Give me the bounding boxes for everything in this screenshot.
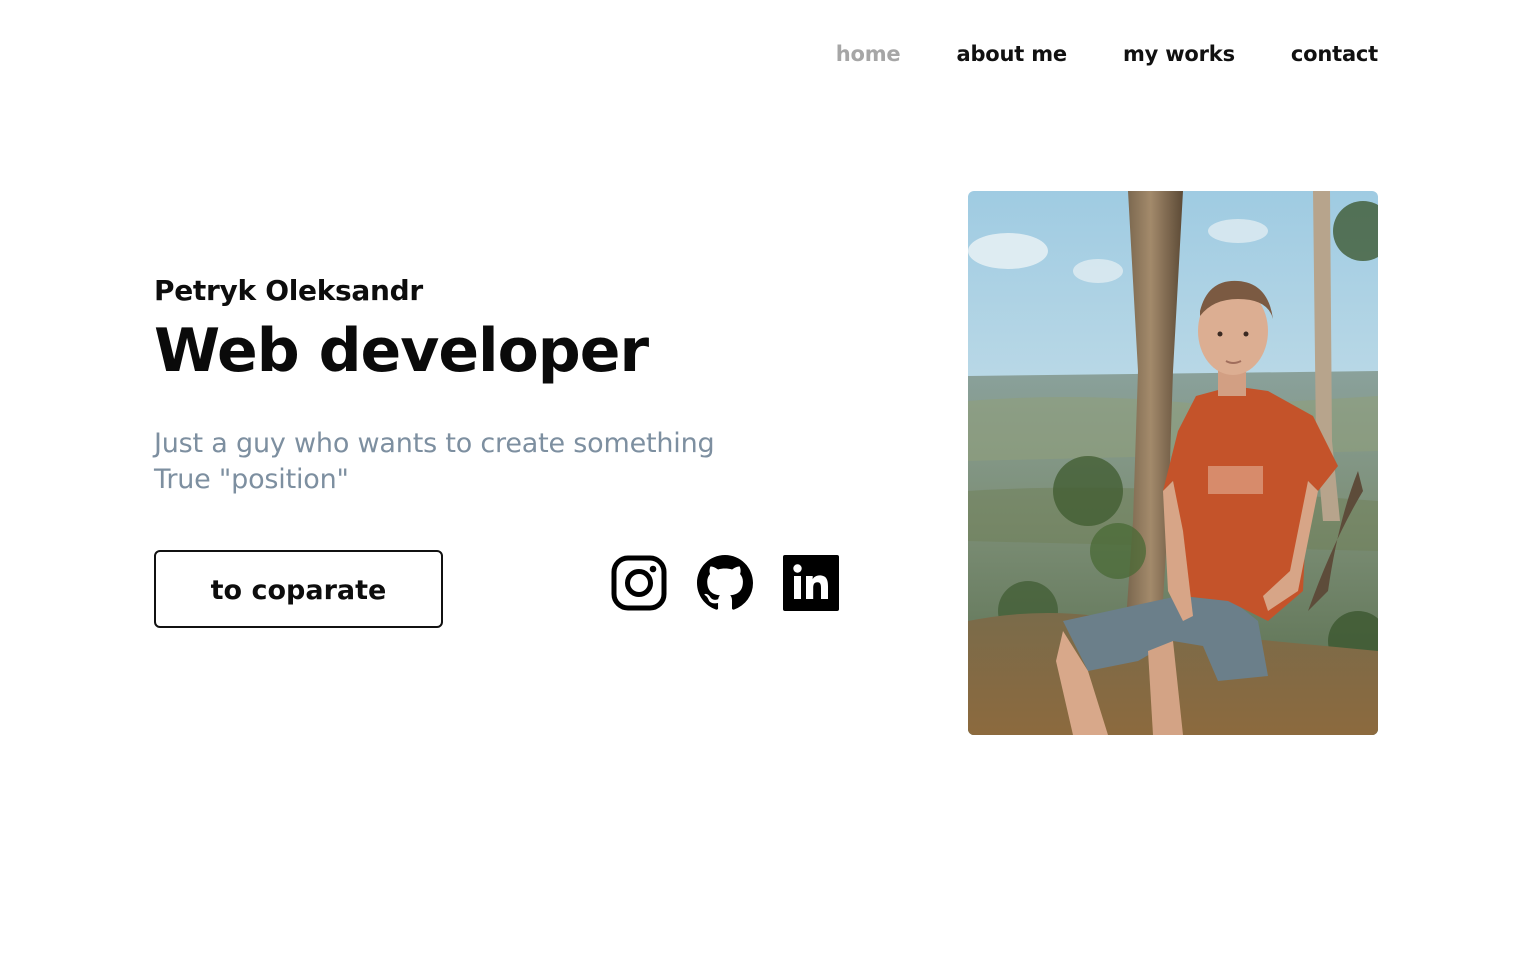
hero-name: Petryk Oleksandr [154,274,423,307]
nav-about-me[interactable]: about me [956,42,1067,66]
hero-description-line-1: Just a guy who wants to create something [154,428,715,459]
hero-description: Just a guy who wants to create something… [154,426,854,498]
nav-my-works[interactable]: my works [1123,42,1235,66]
github-icon [697,555,753,615]
linkedin-icon [783,555,839,615]
main-nav: home about me my works contact [836,42,1378,66]
nav-home[interactable]: home [836,42,901,66]
instagram-link[interactable] [611,555,667,615]
hero-description-line-2: True "position" [154,464,349,495]
instagram-icon [611,555,667,615]
hero-title: Web developer [154,316,649,386]
nav-contact[interactable]: contact [1291,42,1378,66]
cooperate-button[interactable]: to coparate [154,550,443,628]
social-links [611,555,839,615]
linkedin-link[interactable] [783,555,839,615]
github-link[interactable] [697,555,753,615]
profile-photo [968,191,1378,735]
page: home about me my works contact Petryk Ol… [0,0,1526,980]
